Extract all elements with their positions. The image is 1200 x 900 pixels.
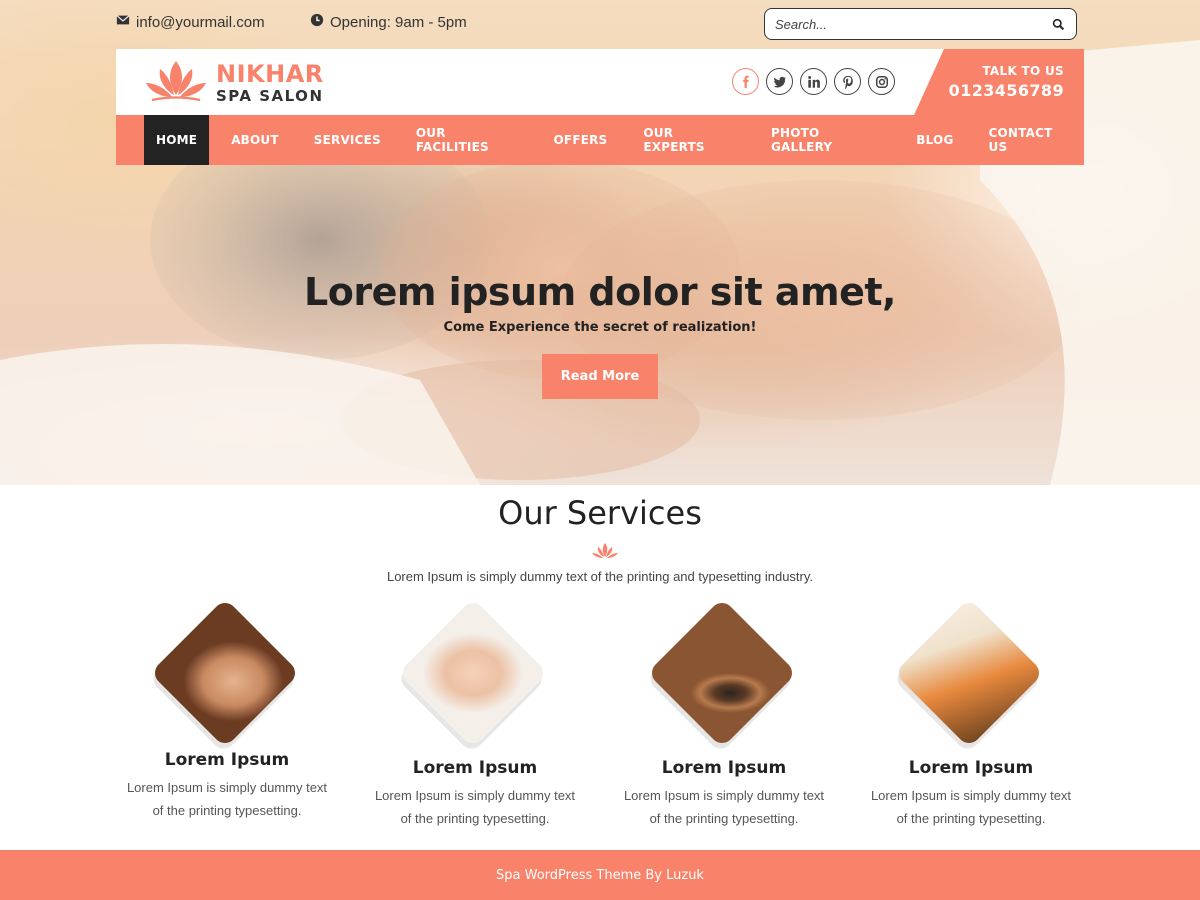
- social-links: [732, 68, 895, 95]
- service-text: Lorem Ipsum is simply dummy text of the …: [851, 784, 1091, 830]
- topbar-hours: Opening: 9am - 5pm: [310, 13, 467, 31]
- service-card[interactable]: Lorem Ipsum Lorem Ipsum is simply dummy …: [604, 598, 844, 830]
- topbar-email[interactable]: info@yourmail.com: [116, 13, 265, 31]
- service-card[interactable]: Lorem Ipsum Lorem Ipsum is simply dummy …: [107, 598, 347, 822]
- clock-icon: [310, 13, 324, 31]
- service-image-frame: [398, 598, 550, 750]
- search-box: [764, 8, 1077, 40]
- service-text-line: Lorem Ipsum is simply dummy text: [126, 780, 328, 795]
- nav-item-contact-us[interactable]: CONTACT US: [977, 115, 1085, 165]
- search-icon[interactable]: [1050, 16, 1066, 32]
- services-title: Our Services: [498, 494, 702, 532]
- services-description: Lorem Ipsum is simply dummy text of the …: [386, 569, 814, 584]
- hero-title: Lorem ipsum dolor sit amet,: [304, 270, 896, 314]
- service-text: Lorem Ipsum is simply dummy text of the …: [355, 784, 595, 830]
- twitter-icon[interactable]: [766, 68, 793, 95]
- service-text-line: of the printing typesetting.: [152, 803, 302, 818]
- service-text-line: of the printing typesetting.: [400, 811, 550, 826]
- service-text-line: Lorem Ipsum is simply dummy text: [623, 788, 825, 803]
- topbar-hours-text: Opening: 9am - 5pm: [330, 13, 467, 31]
- service-image-frame: [894, 598, 1046, 750]
- instagram-icon[interactable]: [868, 68, 895, 95]
- service-text: Lorem Ipsum is simply dummy text of the …: [604, 784, 844, 830]
- topbar-email-text: info@yourmail.com: [136, 13, 265, 31]
- linkedin-icon[interactable]: [800, 68, 827, 95]
- lotus-icon: [144, 59, 208, 107]
- lotus-divider-icon: [592, 543, 618, 558]
- nav-item-photo-gallery[interactable]: PHOTO GALLERY: [759, 115, 892, 165]
- envelope-icon: [116, 13, 130, 31]
- nav-item-services[interactable]: SERVICES: [302, 115, 393, 165]
- foot-massage-image: [398, 598, 548, 748]
- talk-to-us-panel[interactable]: TALK TO US 0123456789: [914, 49, 1084, 115]
- logo-name: NIKHAR: [216, 60, 324, 88]
- service-image-frame: [647, 598, 799, 750]
- service-title: Lorem Ipsum: [412, 758, 538, 778]
- site-logo[interactable]: NIKHAR SPA SALON: [144, 59, 324, 107]
- pinterest-icon[interactable]: [834, 68, 861, 95]
- service-image-frame: [150, 598, 302, 750]
- nav-item-our-facilities[interactable]: OUR FACILITIES: [404, 115, 531, 165]
- nav-item-home[interactable]: HOME: [144, 115, 210, 165]
- site-footer: Spa WordPress Theme By Luzuk: [0, 850, 1200, 900]
- spa-candles-image: [894, 598, 1044, 748]
- footer-credit[interactable]: Spa WordPress Theme By Luzuk: [496, 868, 704, 883]
- search-input[interactable]: [775, 16, 1050, 32]
- nav-item-blog[interactable]: BLOG: [904, 115, 965, 165]
- main-nav: HOME ABOUT SERVICES OUR FACILITIES OFFER…: [116, 115, 1084, 165]
- logo-subtitle: SPA SALON: [216, 87, 324, 105]
- service-text-line: Lorem Ipsum is simply dummy text: [870, 788, 1072, 803]
- stone-massage-image: [647, 598, 797, 748]
- service-title: Lorem Ipsum: [908, 758, 1034, 778]
- nav-item-our-experts[interactable]: OUR EXPERTS: [631, 115, 747, 165]
- service-card[interactable]: Lorem Ipsum Lorem Ipsum is simply dummy …: [851, 598, 1091, 830]
- service-text-line: of the printing typesetting.: [896, 811, 1046, 826]
- hero-subtitle: Come Experience the secret of realizatio…: [443, 320, 757, 335]
- phone-number: 0123456789: [948, 81, 1064, 100]
- site-header: NIKHAR SPA SALON TALK TO US 0123456789: [116, 49, 1084, 115]
- facebook-icon[interactable]: [732, 68, 759, 95]
- read-more-button[interactable]: Read More: [542, 354, 658, 399]
- face-massage-image: [150, 598, 300, 748]
- services-divider: [460, 540, 750, 562]
- service-card[interactable]: Lorem Ipsum Lorem Ipsum is simply dummy …: [355, 598, 595, 830]
- service-text-line: of the printing typesetting.: [649, 811, 799, 826]
- service-text-line: Lorem Ipsum is simply dummy text: [374, 788, 576, 803]
- service-title: Lorem Ipsum: [661, 758, 787, 778]
- service-title: Lorem Ipsum: [164, 750, 290, 770]
- talk-label: TALK TO US: [982, 64, 1064, 78]
- service-text: Lorem Ipsum is simply dummy text of the …: [107, 776, 347, 822]
- nav-item-about[interactable]: ABOUT: [219, 115, 291, 165]
- nav-item-offers[interactable]: OFFERS: [542, 115, 620, 165]
